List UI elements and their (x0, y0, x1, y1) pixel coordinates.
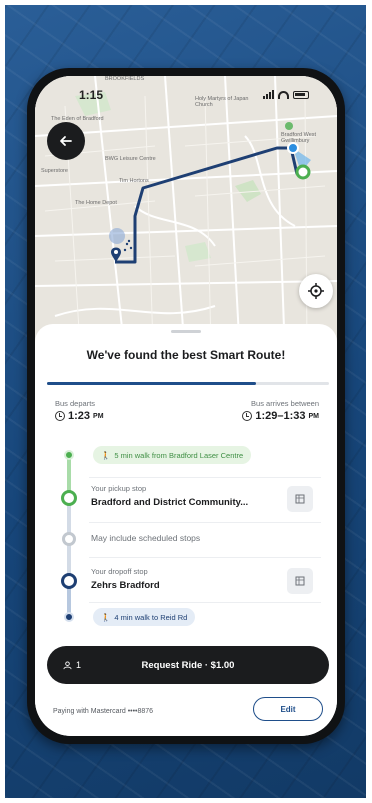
status-icons (263, 90, 309, 99)
status-time: 1:15 (79, 88, 104, 102)
payment-method: Paying with Mastercard ••••8876 (53, 708, 154, 715)
map-label: The Eden of Bradford (51, 116, 104, 122)
map-icon (295, 576, 305, 586)
walk-start-text: 5 min walk from Bradford Laser Centre (114, 450, 244, 460)
arrives-block: Bus arrives between 1:29–1:33 PM (242, 399, 319, 422)
walking-icon: 🚶 (101, 450, 111, 460)
walk-start-node (64, 450, 74, 460)
map-label: Superstore (41, 168, 68, 174)
person-icon (63, 660, 72, 669)
departs-time: 1:23 (68, 410, 91, 422)
walk-end-pill: 🚶 4 min walk to Reid Rd (93, 608, 196, 626)
map-label: The Home Depot (75, 200, 117, 206)
departs-suffix: PM (93, 412, 104, 420)
app-screen: 1:15 The Eden of Bradford BWG Leisure Ce… (35, 76, 337, 736)
scheduled-note: May include scheduled stops (91, 533, 201, 543)
walk-start-pill: 🚶 5 min walk from Bradford Laser Centre (93, 446, 252, 464)
walk-end-node (64, 612, 74, 622)
map-label: Tim Hortons (119, 178, 149, 184)
arrives-suffix: PM (308, 412, 320, 420)
route-sheet: We've found the best Smart Route! Bus de… (35, 324, 337, 736)
current-location-dot (287, 142, 299, 154)
dropoff-node (61, 573, 77, 589)
divider (89, 522, 321, 523)
status-bar: 1:15 (35, 76, 337, 110)
divider (89, 477, 321, 478)
sheet-handle[interactable] (171, 330, 201, 333)
dropoff-name: Zehrs Bradford (91, 580, 160, 591)
map-view[interactable]: 1:15 The Eden of Bradford BWG Leisure Ce… (35, 76, 337, 357)
sheet-title: We've found the best Smart Route! (86, 348, 286, 362)
pickup-details-button[interactable] (287, 486, 313, 512)
passenger-count[interactable]: 1 (63, 660, 81, 670)
signal-icon (263, 90, 274, 99)
arrives-time: 1:29–1:33 (255, 410, 306, 422)
divider (89, 557, 321, 558)
destination-marker (295, 164, 311, 180)
pickup-label: Your pickup stop (91, 484, 147, 493)
passenger-count-value: 1 (76, 660, 82, 670)
map-label: BROOKFIELDS (105, 76, 145, 82)
edit-payment-button[interactable]: Edit (253, 697, 323, 721)
walking-icon: 🚶 (101, 612, 111, 622)
map-icon (295, 494, 305, 504)
recenter-button[interactable] (299, 274, 333, 308)
route-progress (47, 382, 329, 385)
pickup-name: Bradford and District Community... (91, 497, 249, 508)
back-button[interactable] (47, 122, 85, 160)
arrow-left-icon (60, 136, 72, 146)
walk-end-text: 4 min walk to Reid Rd (114, 612, 188, 622)
divider (89, 602, 321, 603)
route-progress-fill (47, 382, 256, 385)
map-label: Holy Martyrs of Japan Church (195, 96, 249, 108)
battery-icon (293, 91, 309, 99)
wifi-icon (278, 91, 289, 99)
arrives-label: Bus arrives between (251, 399, 319, 408)
walk-end-marker (285, 122, 293, 130)
dropoff-label: Your dropoff stop (91, 567, 148, 576)
pickup-node (61, 490, 77, 506)
trip-times: Bus departs 1:23 PM Bus arrives between … (55, 399, 319, 422)
stops-timeline: 🚶 5 min walk from Bradford Laser Centre … (35, 442, 337, 626)
request-ride-button[interactable]: 1 Request Ride · $1.00 (47, 646, 329, 684)
dropoff-details-button[interactable] (287, 568, 313, 594)
pickup-area (109, 228, 125, 244)
map-label: BWG Leisure Centre (105, 156, 156, 162)
request-ride-label: Request Ride · $1.00 (141, 659, 235, 671)
clock-icon (242, 411, 253, 421)
arrives-value: 1:29–1:33 PM (242, 410, 319, 422)
clock-icon (55, 411, 65, 421)
map-label: Bradford West Gwillimbury (281, 132, 317, 144)
crosshair-icon (308, 283, 324, 299)
scheduled-node (62, 532, 76, 546)
